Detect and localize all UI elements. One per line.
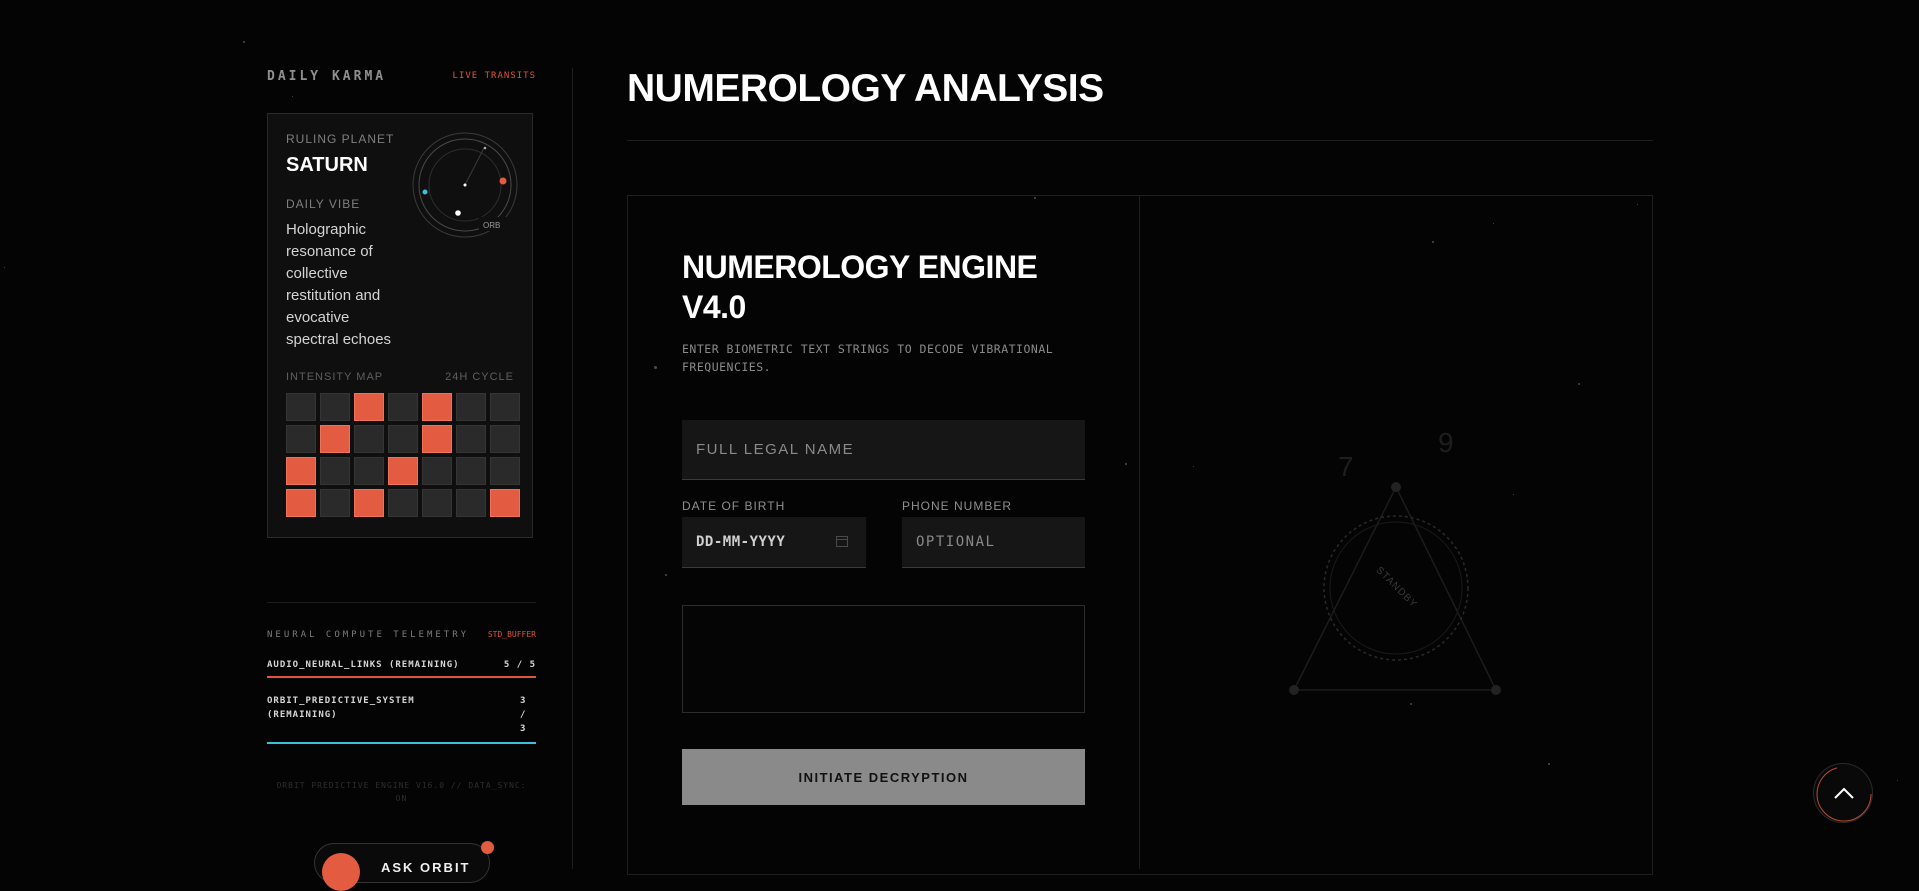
telemetry-row-orbit: ORBIT_PREDICTIVE_SYSTEM (REMAINING) 3 / …: [267, 694, 536, 744]
intensity-cell: [490, 457, 520, 485]
cycle-label: 24H CYCLE: [445, 371, 514, 383]
telemetry-key: ORBIT_PREDICTIVE_SYSTEM (REMAINING): [267, 696, 415, 720]
intensity-cell: [456, 489, 486, 517]
notification-dot: [481, 841, 494, 854]
intensity-cell-active: [422, 425, 452, 453]
daily-vibe-text: Holographic resonance of collective rest…: [286, 221, 392, 348]
daily-karma-card: RULING PLANET SATURN DAILY VIBE Holograp…: [267, 113, 533, 538]
intensity-cell-active: [354, 393, 384, 421]
intensity-cell-active: [422, 393, 452, 421]
phone-label: PHONE NUMBER: [902, 499, 1013, 513]
telemetry-header: NEURAL COMPUTE TELEMETRY STD_BUFFER: [267, 630, 536, 640]
intensity-cell: [354, 457, 384, 485]
sidebar-header: DAILY KARMA LIVE TRANSITS: [267, 60, 536, 92]
telemetry-row-audio: AUDIO_NEURAL_LINKS (REMAINING) 5 / 5: [267, 660, 536, 678]
panel-divider: [1139, 195, 1140, 869]
intensity-cell-active: [354, 489, 384, 517]
title-divider: [627, 140, 1653, 141]
intensity-cell: [456, 457, 486, 485]
chevron-up-icon: [1816, 766, 1872, 822]
orbit-icon: ORB: [411, 131, 519, 239]
intensity-map-header: INTENSITY MAP 24H CYCLE: [286, 371, 514, 383]
engine-footer-note: ORBIT PREDICTIVE ENGINE V16.0 // DATA_SY…: [276, 781, 527, 803]
intensity-cell: [490, 393, 520, 421]
intensity-cell: [388, 489, 418, 517]
engine-title: NUMEROLOGY ENGINE V4.0: [682, 249, 1038, 325]
full-name-input[interactable]: [682, 420, 1085, 480]
sidebar-divider: [267, 602, 536, 603]
sidebar-border: [572, 68, 573, 869]
intensity-cell: [388, 393, 418, 421]
standby-visualization: STANDBY 7 9: [1270, 420, 1530, 720]
intensity-cell: [422, 457, 452, 485]
decryption-output-area: [682, 605, 1085, 713]
intensity-cell: [422, 489, 452, 517]
orbit-tag: ORB: [483, 221, 500, 230]
intensity-cell-active: [286, 457, 316, 485]
live-transits-link[interactable]: LIVE TRANSITS: [453, 71, 536, 81]
standby-label: STANDBY: [1374, 565, 1420, 611]
initiate-decryption-button[interactable]: INITIATE DECRYPTION: [682, 749, 1085, 805]
intensity-cell-active: [388, 457, 418, 485]
telemetry-key: AUDIO_NEURAL_LINKS (REMAINING): [267, 660, 460, 670]
numeral-seven: 7: [1338, 451, 1354, 482]
engine-subtitle: ENTER BIOMETRIC TEXT STRINGS TO DECODE V…: [682, 342, 1054, 374]
sidebar-title: DAILY KARMA: [267, 68, 387, 84]
telemetry-panel: NEURAL COMPUTE TELEMETRY STD_BUFFER AUDI…: [267, 630, 536, 744]
dob-label: DATE OF BIRTH: [682, 499, 786, 513]
intensity-grid: [286, 393, 520, 517]
intensity-cell: [320, 457, 350, 485]
intensity-cell: [456, 425, 486, 453]
intensity-map-label: INTENSITY MAP: [286, 371, 384, 383]
intensity-cell: [286, 425, 316, 453]
telemetry-title: NEURAL COMPUTE TELEMETRY: [267, 630, 470, 640]
orbit-avatar: [322, 853, 360, 891]
phone-number-input[interactable]: [902, 517, 1085, 568]
telemetry-value: 5 / 5: [503, 660, 536, 670]
intensity-cell: [388, 425, 418, 453]
intensity-cell: [286, 393, 316, 421]
intensity-cell: [456, 393, 486, 421]
ask-orbit-label: ASK ORBIT: [381, 860, 471, 875]
intensity-cell-active: [490, 489, 520, 517]
intensity-cell-active: [286, 489, 316, 517]
ask-orbit-button[interactable]: ASK ORBIT: [314, 841, 494, 891]
intensity-cell: [320, 489, 350, 517]
sidebar: DAILY KARMA LIVE TRANSITS RULING PLANET …: [267, 60, 536, 538]
intensity-cell: [354, 425, 384, 453]
intensity-cell: [490, 425, 520, 453]
scroll-to-top-button[interactable]: [1813, 763, 1873, 823]
intensity-cell: [320, 393, 350, 421]
numeral-nine: 9: [1438, 427, 1454, 458]
page-title: NUMEROLOGY ANALYSIS: [627, 67, 1104, 110]
buffer-badge: STD_BUFFER: [487, 630, 536, 639]
calendar-icon[interactable]: [836, 536, 848, 547]
intensity-cell-active: [320, 425, 350, 453]
telemetry-value: 3 / 3: [520, 696, 527, 734]
